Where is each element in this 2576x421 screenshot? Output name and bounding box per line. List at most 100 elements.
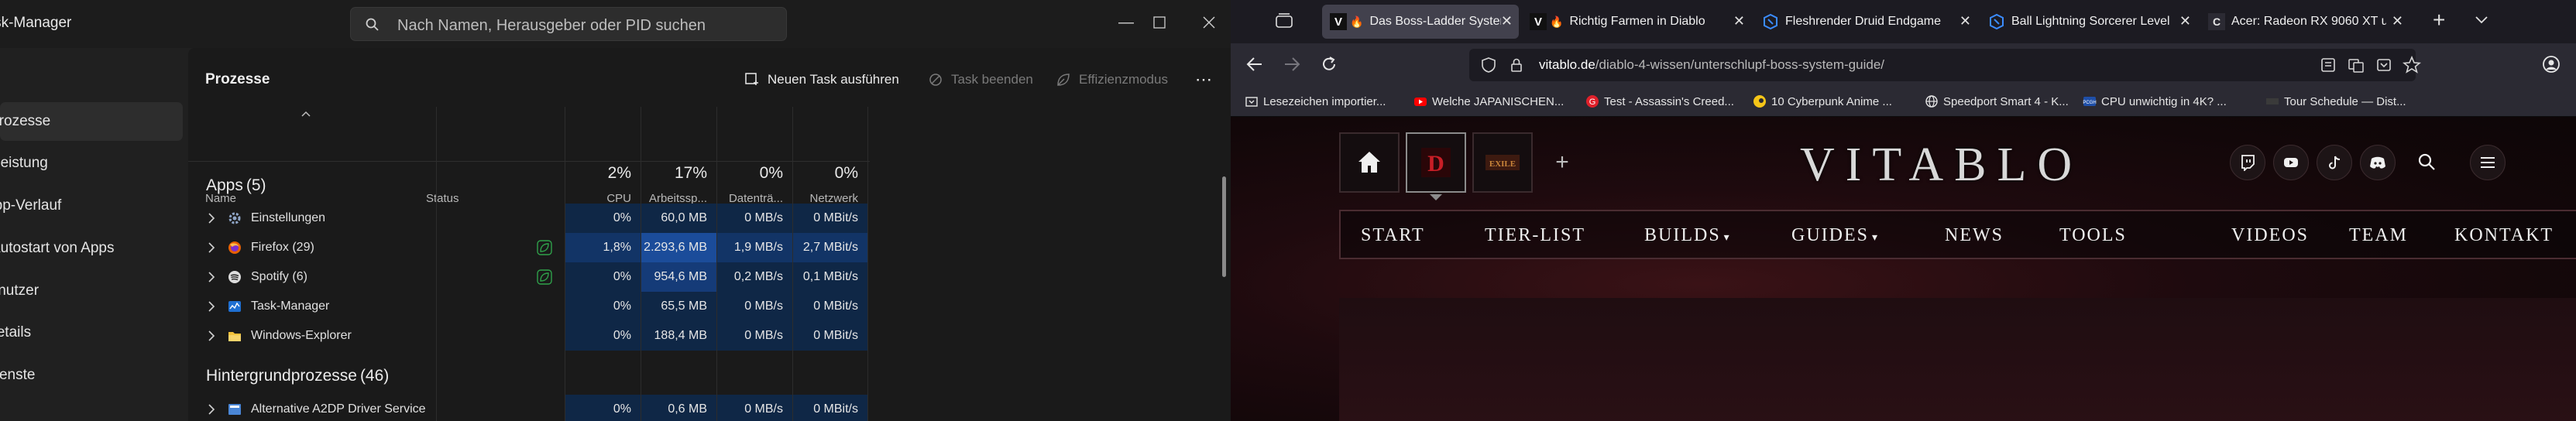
tab-ball-lightning[interactable]: Ball Lightning Sorcerer Level ✕ — [1980, 5, 2197, 39]
sidebar-item-performance[interactable]: Leistung — [0, 144, 183, 183]
bookmark-cpu-4k[interactable]: PCGH CPU unwichtig in 4K? ... — [2083, 93, 2226, 110]
bookmark-import[interactable]: Lesezeichen importier... — [1245, 93, 1386, 110]
acer-favicon: C — [2208, 13, 2225, 30]
sidebar-item-processes[interactable]: Prozesse — [0, 102, 183, 141]
new-task-button[interactable]: Neuen Task ausführen — [744, 68, 899, 91]
youtube-button[interactable] — [2273, 145, 2309, 180]
chevron-right-icon[interactable] — [205, 241, 218, 254]
import-icon — [1245, 97, 1258, 107]
chevron-down-icon: ▾ — [1723, 232, 1731, 244]
nav-tools[interactable]: TOOLS — [2059, 225, 2127, 246]
process-row-taskmanager[interactable]: Task-Manager 0% 65,5 MB 0 MB/s 0 MBit/s — [188, 292, 878, 321]
translate-icon[interactable] — [2348, 56, 2365, 74]
lock-icon[interactable] — [1508, 56, 1525, 74]
end-task-icon — [929, 74, 942, 86]
bookmark-star-icon[interactable] — [2403, 56, 2421, 74]
cpu-cell: 0% — [565, 262, 641, 292]
tab-fleshrender[interactable]: Fleshrender Druid Endgame ✕ — [1754, 5, 1977, 39]
chevron-right-icon[interactable] — [205, 271, 218, 283]
reader-view-icon[interactable] — [2320, 56, 2337, 74]
close-tab-icon[interactable]: ✕ — [1501, 13, 1513, 29]
column-network[interactable]: 0% Netzwerk — [793, 107, 867, 209]
nav-kontakt[interactable]: KONTAKT — [2454, 225, 2554, 246]
more-icon: ⋯ — [1195, 70, 1213, 89]
bookmark-assassins-creed[interactable]: G Test - Assassin's Creed... — [1585, 93, 1734, 110]
tab-acer[interactable]: C Acer: Radeon RX 9060 XT un ✕ — [2200, 5, 2409, 39]
sidebar-item-users[interactable]: Benutzer — [0, 272, 183, 310]
process-row-firefox[interactable]: Firefox (29) 1,8% 2.293,6 MB 1,9 MB/s 2,… — [188, 233, 878, 262]
close-tab-icon[interactable]: ✕ — [1959, 13, 1971, 29]
process-row-explorer[interactable]: Windows-Explorer 0% 188,4 MB 0 MB/s 0 MB… — [188, 321, 878, 351]
forward-button[interactable] — [1282, 54, 1302, 78]
diablo-icon: D — [1421, 148, 1451, 177]
scrollbar-thumb[interactable] — [1222, 176, 1226, 277]
chevron-right-icon[interactable] — [205, 330, 218, 342]
home-button[interactable] — [1339, 132, 1400, 193]
process-name: Spotify (6) — [251, 270, 307, 283]
twitch-button[interactable] — [2230, 145, 2265, 180]
end-task-button[interactable]: Task beenden — [928, 68, 1033, 91]
search-button[interactable] — [2416, 151, 2437, 176]
efficiency-mode-button[interactable]: Effizienzmodus — [1056, 68, 1168, 91]
nav-guides[interactable]: GUIDES ▾ — [1791, 225, 1879, 246]
column-cpu[interactable]: 2% CPU — [565, 107, 641, 209]
list-tabs-button[interactable] — [2473, 11, 2490, 32]
back-button[interactable] — [1245, 54, 1265, 78]
close-tab-icon[interactable]: ✕ — [1733, 13, 1745, 29]
more-options-button[interactable]: ⋯ — [1195, 68, 1213, 91]
nav-start[interactable]: START — [1361, 225, 1425, 246]
bookmark-cyberpunk[interactable]: 10 Cyberpunk Anime ... — [1753, 93, 1892, 110]
bookmark-japanese[interactable]: Welche JAPANISCHEN... — [1413, 93, 1564, 110]
save-to-pocket-icon[interactable] — [2375, 56, 2392, 74]
close-tab-icon[interactable]: ✕ — [2179, 13, 2191, 29]
disk-cell: 0 MB/s — [717, 204, 792, 233]
process-row-a2dp[interactable]: Alternative A2DP Driver Service 0% 0,6 M… — [188, 395, 878, 421]
discord-button[interactable] — [2360, 145, 2396, 180]
process-row-spotify[interactable]: Spotify (6) 0% 954,6 MB 0,2 MB/s 0,1 MBi… — [188, 262, 878, 292]
account-button[interactable] — [2541, 54, 2561, 78]
site-logo[interactable]: VITABLO — [1800, 138, 2083, 193]
sidebar-item-app-history[interactable]: App-Verlauf — [0, 187, 183, 225]
column-disk[interactable]: 0% Datenträ... — [717, 107, 792, 209]
path-of-exile-button[interactable]: EXILE — [1472, 132, 1533, 193]
bookmark-label: Speedport Smart 4 - K... — [1943, 94, 2069, 108]
tab-boss-ladder[interactable]: V 🔥 Das Boss-Ladder System ✕ — [1322, 5, 1519, 39]
reload-button[interactable] — [1319, 54, 1339, 78]
cpu-cell: 1,8% — [565, 233, 641, 262]
diablo-game-button[interactable]: D — [1406, 132, 1466, 193]
network-cell: 0 MBit/s — [793, 292, 867, 321]
chevron-right-icon[interactable] — [205, 403, 218, 416]
group-label: Apps — [206, 176, 243, 194]
tab-overview-button[interactable] — [1274, 11, 1296, 33]
chevron-right-icon[interactable] — [205, 212, 218, 224]
tab-strip: V 🔥 Das Boss-Ladder System ✕ V 🔥 Richtig… — [1231, 0, 2576, 43]
vitablo-favicon: V — [1530, 13, 1547, 30]
bookmark-speedport[interactable]: Speedport Smart 4 - K... — [1925, 93, 2069, 110]
maximize-button[interactable] — [1144, 7, 1175, 38]
nav-tier-list[interactable]: TIER-LIST — [1485, 225, 1585, 246]
chevron-right-icon[interactable] — [205, 300, 218, 313]
minimize-button[interactable]: — — [1111, 7, 1142, 38]
nav-videos[interactable]: VIDEOS — [2231, 225, 2309, 246]
sidebar-item-details[interactable]: Details — [0, 313, 183, 352]
new-tab-button[interactable]: + — [2433, 8, 2445, 33]
sidebar-item-startup-apps[interactable]: Autostart von Apps — [0, 229, 183, 268]
menu-button[interactable] — [2470, 145, 2506, 180]
close-button[interactable] — [1194, 7, 1224, 38]
bookmark-tour-schedule[interactable]: Tour Schedule — Dist... — [2265, 93, 2406, 110]
tab-farming[interactable]: V 🔥 Richtig Farmen in Diablo ✕ — [1522, 5, 1751, 39]
process-row-settings[interactable]: Einstellungen 0% 60,0 MB 0 MB/s 0 MBit/s — [188, 204, 878, 233]
add-game-button[interactable]: + — [1539, 132, 1585, 193]
nav-team[interactable]: TEAM — [2349, 225, 2408, 246]
nav-news[interactable]: NEWS — [1945, 225, 2004, 246]
site-navigation: START TIER-LIST BUILDS ▾ GUIDES ▾ NEWS TOO… — [1339, 210, 2576, 259]
close-tab-icon[interactable]: ✕ — [2392, 13, 2403, 29]
search-input[interactable]: Nach Namen, Herausgeber oder PID suchen — [350, 7, 787, 41]
nav-builds[interactable]: BUILDS ▾ — [1644, 225, 1731, 246]
column-memory[interactable]: 17% Arbeitssp... — [641, 107, 716, 209]
tiktok-button[interactable] — [2317, 145, 2352, 180]
sidebar-item-services[interactable]: Dienste — [0, 356, 183, 395]
url-bar[interactable]: vitablo.de/diablo-4-wissen/unterschlupf-… — [1469, 49, 2421, 81]
header-divider — [188, 161, 870, 162]
disk-cell: 1,9 MB/s — [717, 233, 792, 262]
